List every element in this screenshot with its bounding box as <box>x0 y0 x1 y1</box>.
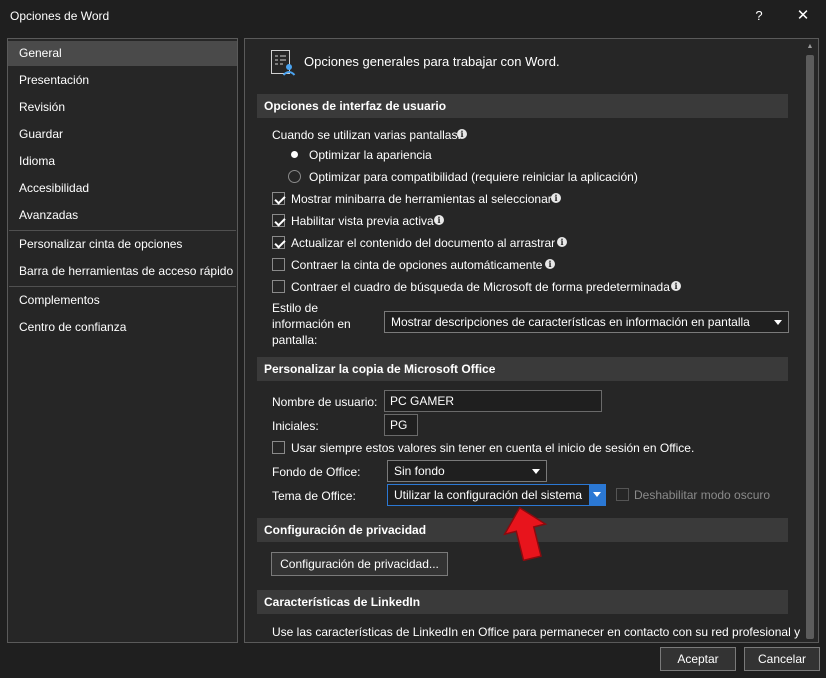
info-icon: i <box>545 259 555 269</box>
sidebar-item-presentacion[interactable]: Presentación <box>8 68 237 93</box>
sidebar-item-accesibilidad[interactable]: Accesibilidad <box>8 176 237 201</box>
chevron-down-icon <box>774 320 782 325</box>
radio-label-optimize-appearance[interactable]: Optimizar la apariencia <box>309 148 432 162</box>
checkbox-disable-dark-mode <box>616 488 629 501</box>
section-header-linkedin: Características de LinkedIn <box>257 590 788 614</box>
username-value: PC GAMER <box>390 394 455 408</box>
office-theme-select[interactable]: Utilizar la configuración del sistema <box>387 484 606 506</box>
sidebar-item-complementos[interactable]: Complementos <box>8 288 237 313</box>
annotation-arrow-icon <box>503 506 548 561</box>
initials-value: PG <box>390 418 408 432</box>
window-title: Opciones de Word <box>10 9 110 23</box>
screentip-style-label: Estilo de <box>272 301 319 315</box>
help-button[interactable]: ? <box>742 4 776 28</box>
checkbox-collapse-ribbon[interactable] <box>272 258 285 271</box>
radio-optimize-compatibility[interactable] <box>288 170 301 183</box>
initials-input[interactable]: PG <box>384 414 418 436</box>
sidebar-divider <box>9 286 236 287</box>
screentip-style-label: pantalla: <box>272 333 318 347</box>
title-bar: Opciones de Word ? ✕ <box>0 0 826 34</box>
office-background-label: Fondo de Office: <box>272 465 361 479</box>
chevron-down-icon[interactable] <box>589 485 605 505</box>
sidebar-divider <box>9 230 236 231</box>
section-header-ui: Opciones de interfaz de usuario <box>257 94 788 118</box>
vertical-scrollbar[interactable]: ▲ <box>802 39 818 642</box>
screentip-style-select[interactable]: Mostrar descripciones de características… <box>384 311 789 333</box>
chevron-down-icon <box>532 469 540 474</box>
checkbox-label-disable-dark-mode: Deshabilitar modo oscuro <box>634 488 771 502</box>
office-background-value: Sin fondo <box>394 464 445 478</box>
section-header-personalize: Personalizar la copia de Microsoft Offic… <box>257 357 788 381</box>
sidebar-item-idioma[interactable]: Idioma <box>8 149 237 174</box>
sidebar-item-centro-confianza[interactable]: Centro de confianza <box>8 315 237 340</box>
checkbox-label-update-on-drag[interactable]: Actualizar el contenido del documento al… <box>291 236 555 250</box>
checkbox-update-on-drag[interactable] <box>272 236 285 249</box>
info-icon: i <box>557 237 567 247</box>
username-input[interactable]: PC GAMER <box>384 390 602 412</box>
office-theme-label: Tema de Office: <box>272 489 356 503</box>
options-panel: Opciones generales para trabajar con Wor… <box>244 38 819 643</box>
cancel-button[interactable]: Cancelar <box>744 647 820 671</box>
sidebar-item-guardar[interactable]: Guardar <box>8 122 237 147</box>
initials-label: Iniciales: <box>272 419 319 433</box>
checkbox-collapse-search[interactable] <box>272 280 285 293</box>
info-icon: i <box>551 193 561 203</box>
checkbox-label-collapse-search[interactable]: Contraer el cuadro de búsqueda de Micros… <box>291 280 670 294</box>
checkbox-minibar[interactable] <box>272 192 285 205</box>
radio-optimize-appearance[interactable] <box>288 148 301 161</box>
office-background-select[interactable]: Sin fondo <box>387 460 547 482</box>
close-button[interactable]: ✕ <box>786 4 820 28</box>
scrollbar-thumb[interactable] <box>806 55 814 639</box>
checkbox-live-preview[interactable] <box>272 214 285 227</box>
accept-button[interactable]: Aceptar <box>660 647 736 671</box>
screentip-style-value: Mostrar descripciones de características… <box>391 315 750 329</box>
privacy-settings-button[interactable]: Configuración de privacidad... <box>271 552 448 576</box>
multi-screen-label: Cuando se utilizan varias pantallas: <box>272 128 461 142</box>
sidebar-item-personalizar-cinta[interactable]: Personalizar cinta de opciones <box>8 232 237 257</box>
radio-label-optimize-compatibility[interactable]: Optimizar para compatibilidad (requiere … <box>309 170 638 184</box>
checkbox-label-minibar[interactable]: Mostrar minibarra de herramientas al sel… <box>291 192 552 206</box>
checkbox-always-use-values[interactable] <box>272 441 285 454</box>
sidebar-item-revision[interactable]: Revisión <box>8 95 237 120</box>
screentip-style-label: información en <box>272 317 351 331</box>
checkbox-label-live-preview[interactable]: Habilitar vista previa activa <box>291 214 434 228</box>
linkedin-description: Use las características de LinkedIn en O… <box>272 625 801 639</box>
general-options-icon <box>271 50 296 76</box>
office-theme-value: Utilizar la configuración del sistema <box>394 488 583 502</box>
sidebar-item-avanzadas[interactable]: Avanzadas <box>8 203 237 228</box>
sidebar-item-barra-acceso-rapido[interactable]: Barra de herramientas de acceso rápido <box>8 259 237 284</box>
info-icon: i <box>434 215 444 225</box>
checkbox-label-always-use-values[interactable]: Usar siempre estos valores sin tener en … <box>291 441 694 455</box>
username-label: Nombre de usuario: <box>272 395 378 409</box>
scroll-up-icon[interactable]: ▲ <box>805 43 815 51</box>
info-icon: i <box>457 129 467 139</box>
sidebar: General Presentación Revisión Guardar Id… <box>7 38 238 643</box>
page-heading: Opciones generales para trabajar con Wor… <box>304 54 560 69</box>
sidebar-item-general[interactable]: General <box>8 41 237 66</box>
info-icon: i <box>671 281 681 291</box>
checkbox-label-collapse-ribbon[interactable]: Contraer la cinta de opciones automática… <box>291 258 542 272</box>
